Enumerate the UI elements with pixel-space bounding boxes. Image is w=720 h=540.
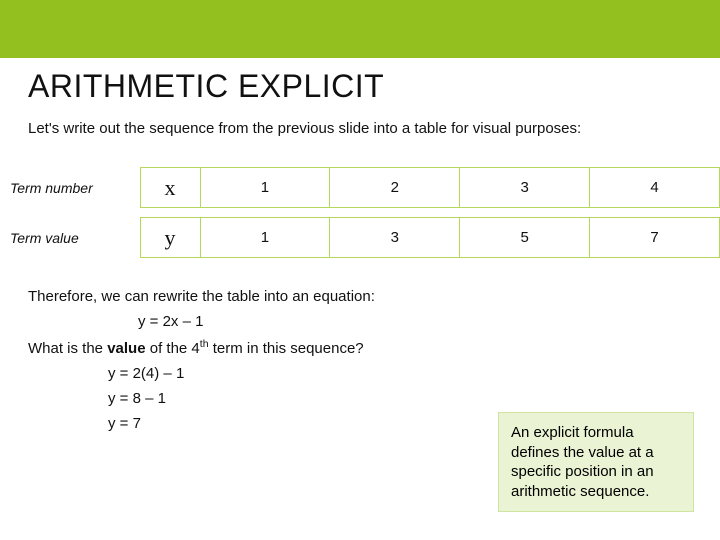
- table-row: Term number x 1 2 3 4: [0, 168, 720, 208]
- work-line: y = 8 – 1: [108, 390, 692, 407]
- accent-bar: [0, 0, 720, 58]
- text-part: What is the: [28, 340, 107, 357]
- question-text: What is the value of the 4th term in thi…: [28, 338, 692, 357]
- table-row: Term value y 1 3 5 7: [0, 218, 720, 258]
- variable-cell: x: [140, 168, 200, 208]
- text-part: of the 4: [146, 340, 200, 357]
- data-cell: 5: [460, 218, 590, 258]
- text-bold: value: [107, 340, 145, 357]
- text-sup: th: [200, 338, 209, 350]
- data-cell: 2: [330, 168, 460, 208]
- data-cell: 1: [200, 168, 330, 208]
- data-cell: 4: [590, 168, 720, 208]
- data-cell: 3: [330, 218, 460, 258]
- explanation-block: Therefore, we can rewrite the table into…: [28, 288, 692, 432]
- data-cell: 7: [590, 218, 720, 258]
- variable-cell: y: [140, 218, 200, 258]
- definition-callout: An explicit formula defines the value at…: [498, 412, 694, 512]
- data-cell: 3: [460, 168, 590, 208]
- sequence-table: Term number x 1 2 3 4 Term value y 1 3 5…: [0, 167, 720, 258]
- slide-title: ARITHMETIC EXPLICIT: [28, 68, 692, 105]
- slide-content: ARITHMETIC EXPLICIT Let's write out the …: [0, 58, 720, 432]
- row-label: Term number: [0, 168, 140, 208]
- text-part: term in this sequence?: [209, 340, 364, 357]
- intro-text: Let's write out the sequence from the pr…: [28, 119, 692, 139]
- equation: y = 2x – 1: [138, 313, 692, 330]
- rewrite-text: Therefore, we can rewrite the table into…: [28, 288, 692, 305]
- work-line: y = 2(4) – 1: [108, 365, 692, 382]
- data-cell: 1: [200, 218, 330, 258]
- row-label: Term value: [0, 218, 140, 258]
